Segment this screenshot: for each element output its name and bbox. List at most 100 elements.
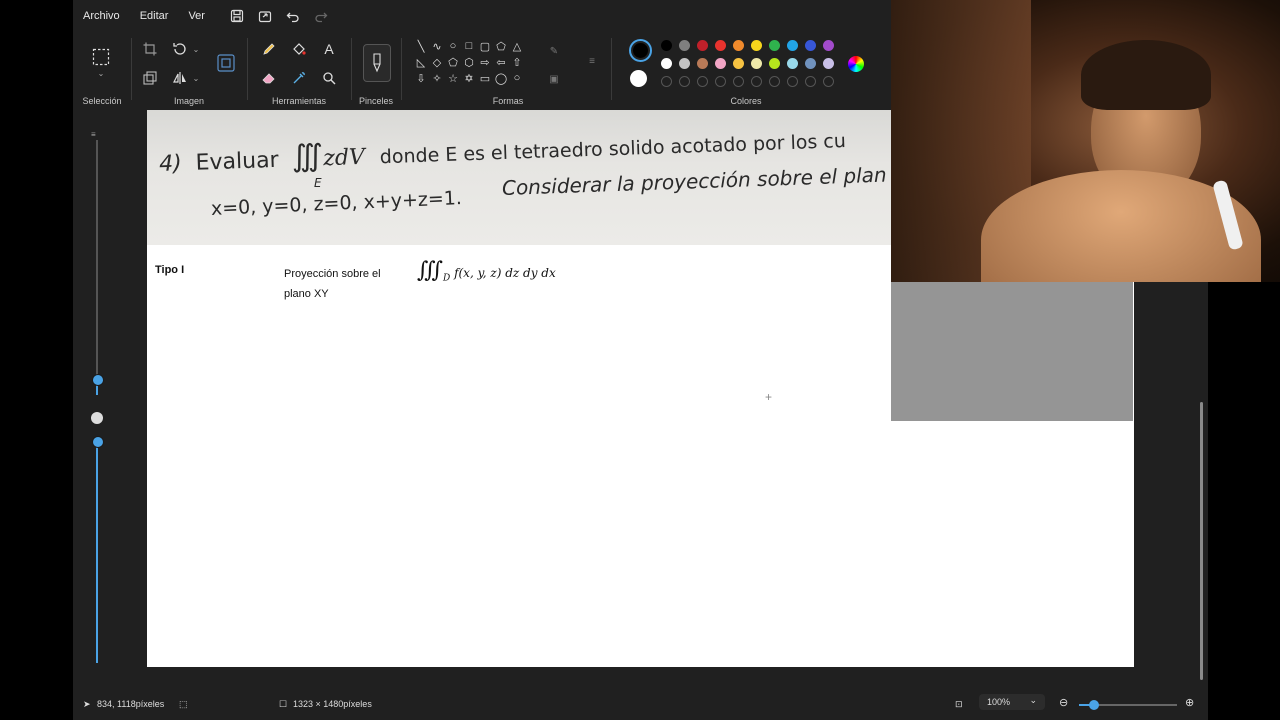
- arrow-right-shape-icon[interactable]: ⇨: [477, 54, 493, 70]
- empty-color-slot[interactable]: [751, 76, 762, 87]
- share-icon[interactable]: [254, 5, 276, 27]
- edit-colors-icon[interactable]: [848, 56, 864, 72]
- zoom-out-icon[interactable]: ⊖: [1059, 696, 1068, 709]
- arrow-left-shape-icon[interactable]: ⇦: [493, 54, 509, 70]
- empty-color-slot[interactable]: [733, 76, 744, 87]
- group-label-image: Imagen: [173, 96, 205, 106]
- rounded-rectangle-shape-icon[interactable]: ▢: [477, 38, 493, 54]
- image-select-icon[interactable]: [215, 52, 237, 74]
- zoom-value: 100%: [987, 697, 1011, 707]
- stroke-size-icon[interactable]: ≡: [581, 50, 603, 72]
- eraser-icon[interactable]: [258, 67, 280, 89]
- primary-color-swatch[interactable]: [629, 39, 652, 62]
- color-swatch[interactable]: [733, 58, 744, 69]
- save-icon[interactable]: [226, 5, 248, 27]
- color-swatch[interactable]: [823, 58, 834, 69]
- color-swatch[interactable]: [787, 58, 798, 69]
- brush-size-slider[interactable]: ≡: [90, 130, 104, 395]
- color-swatch[interactable]: [661, 58, 672, 69]
- color-swatch[interactable]: [769, 40, 780, 51]
- cursor-position: 834, 1118píxeles: [97, 699, 165, 709]
- text-tool-icon[interactable]: A: [318, 38, 340, 60]
- magnifier-icon[interactable]: [318, 67, 340, 89]
- brush-icon[interactable]: [363, 44, 391, 82]
- fit-to-window-icon[interactable]: ⊡: [955, 699, 963, 710]
- zoom-slider[interactable]: [1079, 700, 1177, 710]
- webcam-overlay: [891, 0, 1280, 282]
- group-label-selection: Selección: [82, 96, 122, 106]
- zoom-in-icon[interactable]: ⊕: [1185, 696, 1194, 709]
- fill-bucket-icon[interactable]: [288, 38, 310, 60]
- menu-editar[interactable]: Editar: [130, 2, 179, 30]
- pencil-icon[interactable]: [258, 38, 280, 60]
- select-rectangle-icon[interactable]: [90, 46, 112, 68]
- color-swatch[interactable]: [787, 40, 798, 51]
- color-swatch[interactable]: [805, 40, 816, 51]
- color-picker-icon[interactable]: [288, 67, 310, 89]
- color-swatch[interactable]: [751, 58, 762, 69]
- diamond-shape-icon[interactable]: ◇: [429, 54, 445, 70]
- color-swatch[interactable]: [697, 40, 708, 51]
- five-point-star-shape-icon[interactable]: ☆: [445, 70, 461, 86]
- exercise-line-2: x=0, y=0, z=0, x+y+z=1.: [210, 187, 463, 220]
- empty-color-slot[interactable]: [823, 76, 834, 87]
- six-point-star-shape-icon[interactable]: ✡: [461, 70, 477, 86]
- zoom-slider-thumb[interactable]: [1088, 700, 1099, 710]
- outline-icon[interactable]: ✎: [543, 40, 565, 62]
- menu-archivo[interactable]: Archivo: [73, 2, 130, 30]
- fill-icon[interactable]: ▣: [543, 68, 565, 90]
- oval-shape-icon[interactable]: ○: [445, 38, 461, 54]
- crop-icon[interactable]: [139, 38, 161, 60]
- four-point-star-shape-icon[interactable]: ✧: [429, 70, 445, 86]
- group-tools: A Herramientas: [249, 32, 349, 110]
- canvas-size-icon: ☐: [279, 699, 288, 709]
- redo-icon[interactable]: [310, 5, 332, 27]
- pentagon-shape-icon[interactable]: ⬠: [445, 54, 461, 70]
- color-swatch[interactable]: [679, 40, 690, 51]
- shapes-gallery: ╲ ∿ ○ □ ▢ ⬠ △ ◺ ◇ ⬠ ⬡ ⇨ ⇦ ⇧ ⇩ ✧ ☆ ✡ ▭ ◯ …: [413, 38, 525, 86]
- curve-shape-icon[interactable]: ∿: [429, 38, 445, 54]
- group-label-shapes: Formas: [492, 96, 524, 106]
- color-swatch[interactable]: [715, 58, 726, 69]
- arrow-up-shape-icon[interactable]: ⇧: [509, 54, 525, 70]
- empty-color-slot[interactable]: [679, 76, 690, 87]
- callout-cloud-shape-icon[interactable]: ○: [509, 70, 525, 86]
- triple-integral-formula: ∭D f(x, y, z) dz dy dx: [417, 258, 556, 284]
- callout-rect-shape-icon[interactable]: ▭: [477, 70, 493, 86]
- empty-color-slot[interactable]: [661, 76, 672, 87]
- arrow-down-shape-icon[interactable]: ⇩: [413, 70, 429, 86]
- hexagon-shape-icon[interactable]: ⬡: [461, 54, 477, 70]
- empty-color-slot[interactable]: [769, 76, 780, 87]
- polygon-shape-icon[interactable]: ⬠: [493, 38, 509, 54]
- opacity-slider[interactable]: [90, 412, 104, 667]
- secondary-color-swatch[interactable]: [630, 70, 647, 87]
- triangle-shape-icon[interactable]: △: [509, 38, 525, 54]
- canvas-size: 1323 × 1480píxeles: [293, 699, 372, 709]
- scrollbar-thumb[interactable]: [1200, 402, 1203, 680]
- menu-ver[interactable]: Ver: [178, 2, 215, 30]
- color-swatch[interactable]: [715, 40, 726, 51]
- group-image: ⌄ ⌄ Imagen: [133, 32, 245, 110]
- zoom-dropdown[interactable]: 100% ⌄: [979, 694, 1045, 710]
- color-swatch[interactable]: [805, 58, 816, 69]
- color-swatch[interactable]: [733, 40, 744, 51]
- color-swatch[interactable]: [697, 58, 708, 69]
- right-triangle-shape-icon[interactable]: ◺: [413, 54, 429, 70]
- callout-oval-shape-icon[interactable]: ◯: [493, 70, 509, 86]
- color-swatch[interactable]: [751, 40, 762, 51]
- undo-icon[interactable]: [282, 5, 304, 27]
- rectangle-shape-icon[interactable]: □: [461, 38, 477, 54]
- empty-color-slot[interactable]: [697, 76, 708, 87]
- color-swatch[interactable]: [661, 40, 672, 51]
- chevron-down-icon[interactable]: ⌄: [90, 68, 112, 78]
- resize-icon[interactable]: [139, 67, 161, 89]
- empty-color-slot[interactable]: [787, 76, 798, 87]
- color-swatch[interactable]: [679, 58, 690, 69]
- chevron-down-icon[interactable]: ⌄: [185, 67, 207, 89]
- line-shape-icon[interactable]: ╲: [413, 38, 429, 54]
- chevron-down-icon[interactable]: ⌄: [185, 38, 207, 60]
- empty-color-slot[interactable]: [715, 76, 726, 87]
- empty-color-slot[interactable]: [805, 76, 816, 87]
- color-swatch[interactable]: [769, 58, 780, 69]
- color-swatch[interactable]: [823, 40, 834, 51]
